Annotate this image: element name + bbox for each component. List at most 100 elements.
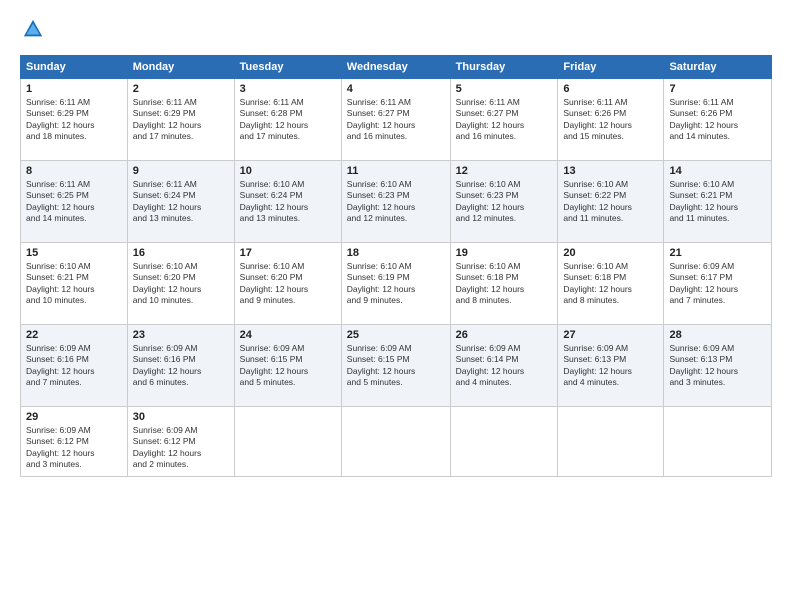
calendar-day-cell [664,407,772,477]
day-number: 6 [563,83,658,95]
day-info: Sunrise: 6:09 AMSunset: 6:15 PMDaylight:… [347,343,445,389]
day-number: 12 [456,165,553,177]
calendar-day-cell: 7 Sunrise: 6:11 AMSunset: 6:26 PMDaylight… [664,79,772,161]
calendar-day-cell: 16 Sunrise: 6:10 AMSunset: 6:20 PMDayligh… [127,243,234,325]
day-info: Sunrise: 6:09 AMSunset: 6:17 PMDaylight:… [669,261,766,307]
day-info: Sunrise: 6:10 AMSunset: 6:18 PMDaylight:… [563,261,658,307]
day-info: Sunrise: 6:11 AMSunset: 6:24 PMDaylight:… [133,179,229,225]
calendar-day-cell: 14 Sunrise: 6:10 AMSunset: 6:21 PMDayligh… [664,161,772,243]
calendar-table: SundayMondayTuesdayWednesdayThursdayFrid… [20,55,772,477]
day-info: Sunrise: 6:09 AMSunset: 6:13 PMDaylight:… [669,343,766,389]
day-number: 18 [347,247,445,259]
day-number: 8 [26,165,122,177]
day-info: Sunrise: 6:09 AMSunset: 6:16 PMDaylight:… [26,343,122,389]
calendar-day-cell: 12 Sunrise: 6:10 AMSunset: 6:23 PMDayligh… [450,161,558,243]
calendar-day-cell: 5Sunrise: 6:11 AMSunset: 6:27 PMDaylight… [450,79,558,161]
day-info: Sunrise: 6:11 AMSunset: 6:26 PMDaylight:… [669,97,766,143]
calendar-week-row: 1 Sunrise: 6:11 AMSunset: 6:29 PMDaylight… [21,79,772,161]
day-number: 19 [456,247,553,259]
calendar-day-cell: 15 Sunrise: 6:10 AMSunset: 6:21 PMDayligh… [21,243,128,325]
day-number: 24 [240,329,336,341]
day-number: 26 [456,329,553,341]
day-number: 4 [347,83,445,95]
calendar-day-cell: 3Sunrise: 6:11 AMSunset: 6:28 PMDaylight… [234,79,341,161]
day-number: 30 [133,411,229,423]
day-info: Sunrise: 6:11 AMSunset: 6:27 PMDaylight:… [456,97,553,143]
calendar-day-cell [450,407,558,477]
calendar-day-cell: 30Sunrise: 6:09 AMSunset: 6:12 PMDayligh… [127,407,234,477]
calendar-week-row: 22 Sunrise: 6:09 AMSunset: 6:16 PMDayligh… [21,325,772,407]
day-number: 2 [133,83,229,95]
day-info: Sunrise: 6:10 AMSunset: 6:18 PMDaylight:… [456,261,553,307]
day-info: Sunrise: 6:10 AMSunset: 6:21 PMDaylight:… [669,179,766,225]
calendar-day-cell: 29 Sunrise: 6:09 AMSunset: 6:12 PMDayligh… [21,407,128,477]
day-info: Sunrise: 6:10 AMSunset: 6:23 PMDaylight:… [456,179,553,225]
calendar-day-cell: 1Sunrise: 6:11 AMSunset: 6:29 PMDaylight… [21,79,128,161]
calendar-day-cell: 6Sunrise: 6:11 AMSunset: 6:26 PMDaylight… [558,79,664,161]
day-info: Sunrise: 6:09 AMSunset: 6:12 PMDaylight:… [26,425,122,471]
day-number: 9 [133,165,229,177]
weekday-header: Monday [127,56,234,79]
day-number: 22 [26,329,122,341]
day-number: 23 [133,329,229,341]
calendar-week-row: 29 Sunrise: 6:09 AMSunset: 6:12 PMDayligh… [21,407,772,477]
day-info: Sunrise: 6:11 AMSunset: 6:29 PMDaylight:… [133,97,229,143]
day-number: 7 [669,83,766,95]
day-number: 15 [26,247,122,259]
calendar-day-cell: 25 Sunrise: 6:09 AMSunset: 6:15 PMDayligh… [341,325,450,407]
day-number: 16 [133,247,229,259]
calendar-day-cell: 27Sunrise: 6:09 AMSunset: 6:13 PMDayligh… [558,325,664,407]
calendar-day-cell: 22 Sunrise: 6:09 AMSunset: 6:16 PMDayligh… [21,325,128,407]
calendar-day-cell: 23 Sunrise: 6:09 AMSunset: 6:16 PMDayligh… [127,325,234,407]
day-number: 21 [669,247,766,259]
calendar-day-cell: 24Sunrise: 6:09 AMSunset: 6:15 PMDayligh… [234,325,341,407]
calendar-day-cell: 2 Sunrise: 6:11 AMSunset: 6:29 PMDaylight… [127,79,234,161]
day-info: Sunrise: 6:10 AMSunset: 6:22 PMDaylight:… [563,179,658,225]
header [20,18,772,45]
calendar-day-cell [234,407,341,477]
calendar-week-row: 8 Sunrise: 6:11 AMSunset: 6:25 PMDaylight… [21,161,772,243]
day-info: Sunrise: 6:10 AMSunset: 6:20 PMDaylight:… [240,261,336,307]
day-number: 13 [563,165,658,177]
day-info: Sunrise: 6:10 AMSunset: 6:21 PMDaylight:… [26,261,122,307]
calendar-day-cell: 8 Sunrise: 6:11 AMSunset: 6:25 PMDaylight… [21,161,128,243]
weekday-header: Saturday [664,56,772,79]
weekday-header: Thursday [450,56,558,79]
calendar-day-cell: 20 Sunrise: 6:10 AMSunset: 6:18 PMDayligh… [558,243,664,325]
calendar-day-cell [558,407,664,477]
calendar-day-cell: 11 Sunrise: 6:10 AMSunset: 6:23 PMDayligh… [341,161,450,243]
calendar-day-cell: 26 Sunrise: 6:09 AMSunset: 6:14 PMDayligh… [450,325,558,407]
day-info: Sunrise: 6:09 AMSunset: 6:14 PMDaylight:… [456,343,553,389]
day-info: Sunrise: 6:11 AMSunset: 6:28 PMDaylight:… [240,97,336,143]
weekday-header: Sunday [21,56,128,79]
day-info: Sunrise: 6:10 AMSunset: 6:20 PMDaylight:… [133,261,229,307]
day-info: Sunrise: 6:09 AMSunset: 6:13 PMDaylight:… [563,343,658,389]
logo [20,18,44,45]
day-info: Sunrise: 6:11 AMSunset: 6:27 PMDaylight:… [347,97,445,143]
weekday-header: Wednesday [341,56,450,79]
weekday-header: Friday [558,56,664,79]
calendar-day-cell: 28 Sunrise: 6:09 AMSunset: 6:13 PMDayligh… [664,325,772,407]
day-number: 25 [347,329,445,341]
day-info: Sunrise: 6:10 AMSunset: 6:23 PMDaylight:… [347,179,445,225]
day-number: 20 [563,247,658,259]
calendar-day-cell: 4 Sunrise: 6:11 AMSunset: 6:27 PMDaylight… [341,79,450,161]
day-number: 11 [347,165,445,177]
calendar-week-row: 15 Sunrise: 6:10 AMSunset: 6:21 PMDayligh… [21,243,772,325]
day-info: Sunrise: 6:09 AMSunset: 6:16 PMDaylight:… [133,343,229,389]
day-number: 14 [669,165,766,177]
day-info: Sunrise: 6:11 AMSunset: 6:25 PMDaylight:… [26,179,122,225]
calendar-day-cell: 19 Sunrise: 6:10 AMSunset: 6:18 PMDayligh… [450,243,558,325]
calendar-day-cell [341,407,450,477]
day-number: 28 [669,329,766,341]
calendar-day-cell: 17Sunrise: 6:10 AMSunset: 6:20 PMDayligh… [234,243,341,325]
day-number: 1 [26,83,122,95]
calendar-day-cell: 18 Sunrise: 6:10 AMSunset: 6:19 PMDayligh… [341,243,450,325]
calendar-header-row: SundayMondayTuesdayWednesdayThursdayFrid… [21,56,772,79]
logo-icon [22,18,44,40]
day-number: 29 [26,411,122,423]
day-info: Sunrise: 6:10 AMSunset: 6:24 PMDaylight:… [240,179,336,225]
day-number: 10 [240,165,336,177]
calendar-day-cell: 21 Sunrise: 6:09 AMSunset: 6:17 PMDayligh… [664,243,772,325]
day-info: Sunrise: 6:10 AMSunset: 6:19 PMDaylight:… [347,261,445,307]
